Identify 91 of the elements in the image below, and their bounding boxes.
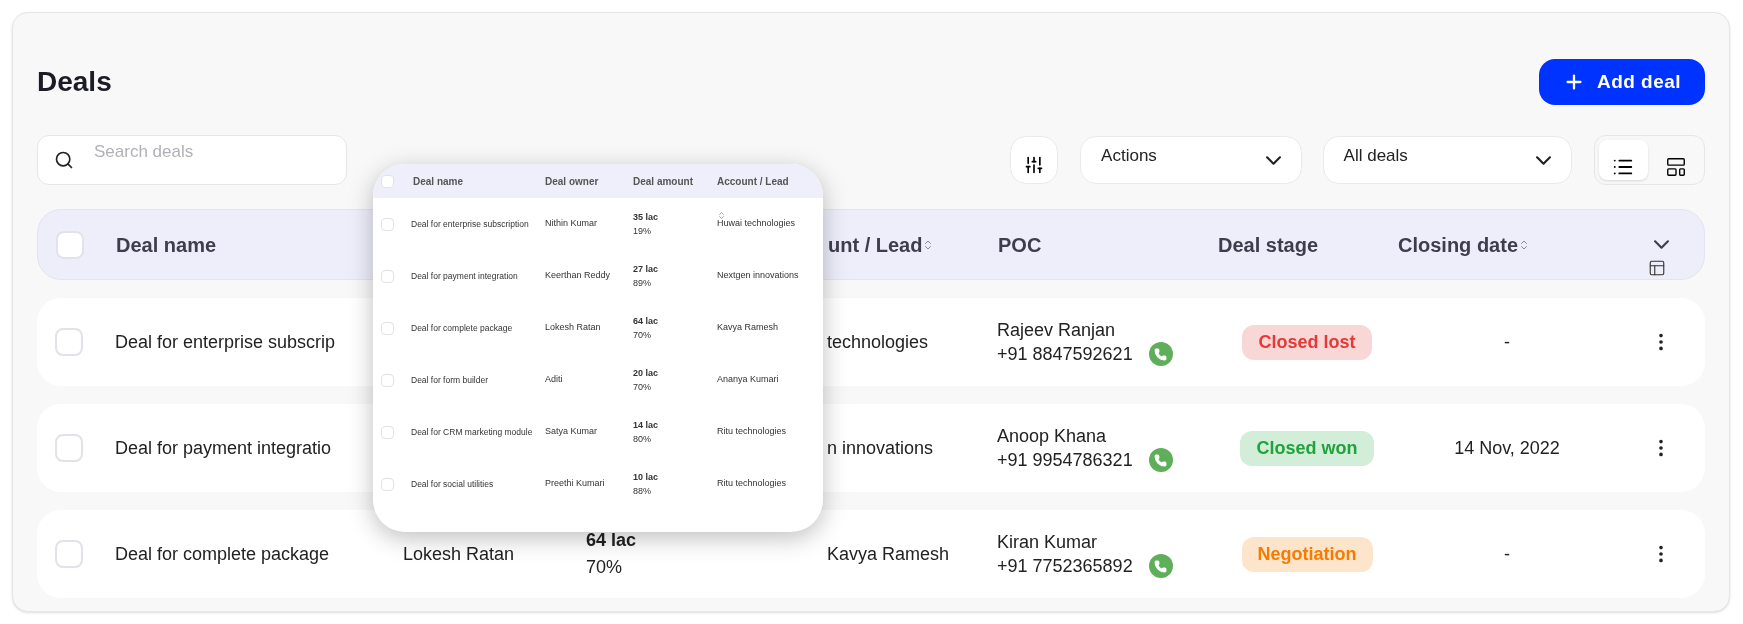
deal-owner: Preethi Kumari <box>545 477 606 491</box>
deal-amount: 64 lac <box>586 529 638 552</box>
account-name: Ritu technologies <box>717 477 788 491</box>
table-icon <box>1648 259 1666 277</box>
deal-amount: 35 lac <box>633 211 660 224</box>
deal-percent: 88% <box>633 485 652 498</box>
checkbox[interactable] <box>381 373 394 387</box>
column-header[interactable]: POC <box>998 229 1042 260</box>
deal-name: Deal for complete package <box>410 321 514 335</box>
phone-icon[interactable] <box>1148 342 1173 366</box>
column-header: Deal owner <box>545 174 600 189</box>
closing-date: - <box>1504 542 1510 566</box>
account-name: Ritu technologies <box>717 425 788 439</box>
account-name: Huwai technologies <box>717 217 797 231</box>
deal-owner: Keerthan Reddy <box>545 269 612 283</box>
checkbox[interactable] <box>381 321 394 335</box>
poc-name: Kiran Kumar <box>997 531 1099 554</box>
sort-icon <box>717 211 726 220</box>
phone-icon[interactable] <box>1148 554 1173 578</box>
deal-amount: 14 lac <box>633 419 660 432</box>
checkbox[interactable] <box>381 217 394 231</box>
deal-percent: 70% <box>633 329 652 342</box>
dropdown[interactable]: All deals <box>1322 136 1572 184</box>
deal-percent: 19% <box>633 225 652 238</box>
add-deal-button[interactable]: Add deal <box>1538 59 1705 105</box>
column-header: Deal amount <box>633 174 694 189</box>
closing-date: 14 Nov, 2022 <box>1454 436 1560 460</box>
account-name: technologies <box>827 330 930 354</box>
column-header[interactable]: Closing date <box>1398 229 1530 260</box>
deal-owner: Lokesh Ratan <box>403 543 515 564</box>
deal-amount: 10 lac <box>633 471 660 484</box>
board-icon <box>1664 156 1687 178</box>
column-header[interactable]: unt / Lead <box>828 229 935 260</box>
deal-percent: 80% <box>633 433 652 446</box>
poc-name: Rajeev Ranjan <box>997 319 1117 342</box>
deal-name: Deal for payment integratio <box>115 436 332 460</box>
dropdown[interactable]: Actions <box>1080 136 1302 184</box>
deal-percent: 70% <box>586 556 624 579</box>
deal-name: Deal for social utilities <box>410 477 495 491</box>
filter-button[interactable] <box>1010 136 1059 184</box>
checkbox[interactable] <box>381 269 394 283</box>
account-name: Ananya Kumari <box>717 373 780 387</box>
chevron-down-icon <box>1653 240 1669 249</box>
checkbox[interactable] <box>381 425 394 439</box>
deal-amount: 27 lac <box>633 263 660 276</box>
poc-name: Anoop Khana <box>997 425 1108 448</box>
account-name: n innovations <box>827 436 935 460</box>
search-field[interactable]: Search deals <box>37 135 348 185</box>
deal-owner: Aditi <box>545 373 564 387</box>
phone-icon[interactable] <box>1148 448 1173 472</box>
checkbox[interactable] <box>381 477 394 491</box>
search-icon <box>54 150 74 170</box>
deal-percent: 70% <box>633 381 652 394</box>
chevron-down-icon <box>1265 155 1281 165</box>
deal-owner: Lokesh Ratan <box>545 321 602 335</box>
deal-name: Deal for CRM marketing module <box>410 425 534 439</box>
sort-icon <box>1518 238 1530 251</box>
account-name: Kavya Ramesh <box>717 321 780 335</box>
poc-phone: +91 9954786321 <box>997 449 1133 472</box>
deal-name: Deal for complete package <box>115 542 330 566</box>
closing-date: - <box>1504 330 1510 354</box>
column-header: Account / Lead <box>717 174 790 189</box>
deal-percent: 89% <box>633 277 652 290</box>
checkbox[interactable] <box>55 328 83 356</box>
poc-phone: +91 8847592621 <box>997 343 1133 366</box>
column-header: Deal name <box>412 174 465 189</box>
stage-badge: Closed won <box>1240 430 1374 466</box>
column-header[interactable]: Deal name <box>116 229 217 260</box>
deal-amount: 20 lac <box>633 367 660 380</box>
poc-phone: +91 7752365892 <box>997 555 1133 578</box>
deal-owner: Satya Kumar <box>545 425 599 439</box>
sliders-icon <box>1024 155 1045 175</box>
column-header[interactable]: Deal stage <box>1218 229 1319 260</box>
deal-name: Deal for payment integration <box>410 269 519 283</box>
list-view-button[interactable] <box>1599 140 1648 180</box>
checkbox[interactable] <box>56 230 84 259</box>
checkbox[interactable] <box>381 174 394 188</box>
deal-name: Deal for enterprise subscrip <box>115 330 336 354</box>
search-input[interactable]: Search deals <box>94 139 294 165</box>
page-title: Deals <box>37 65 112 99</box>
deal-name: Deal for enterprise subscription <box>410 217 530 231</box>
deal-owner: Nithin Kumar <box>545 217 599 231</box>
deal-name: Deal for form builder <box>410 373 489 387</box>
checkbox[interactable] <box>55 540 83 568</box>
stage-badge: Negotiation <box>1241 536 1373 572</box>
stage-badge: Closed lost <box>1242 324 1372 360</box>
deal-amount: 64 lac <box>633 315 660 328</box>
account-name: Kavya Ramesh <box>827 542 951 566</box>
chevron-down-icon <box>1536 155 1551 165</box>
account-name: Nextgen innovations <box>717 269 800 283</box>
checkbox[interactable] <box>55 434 83 462</box>
